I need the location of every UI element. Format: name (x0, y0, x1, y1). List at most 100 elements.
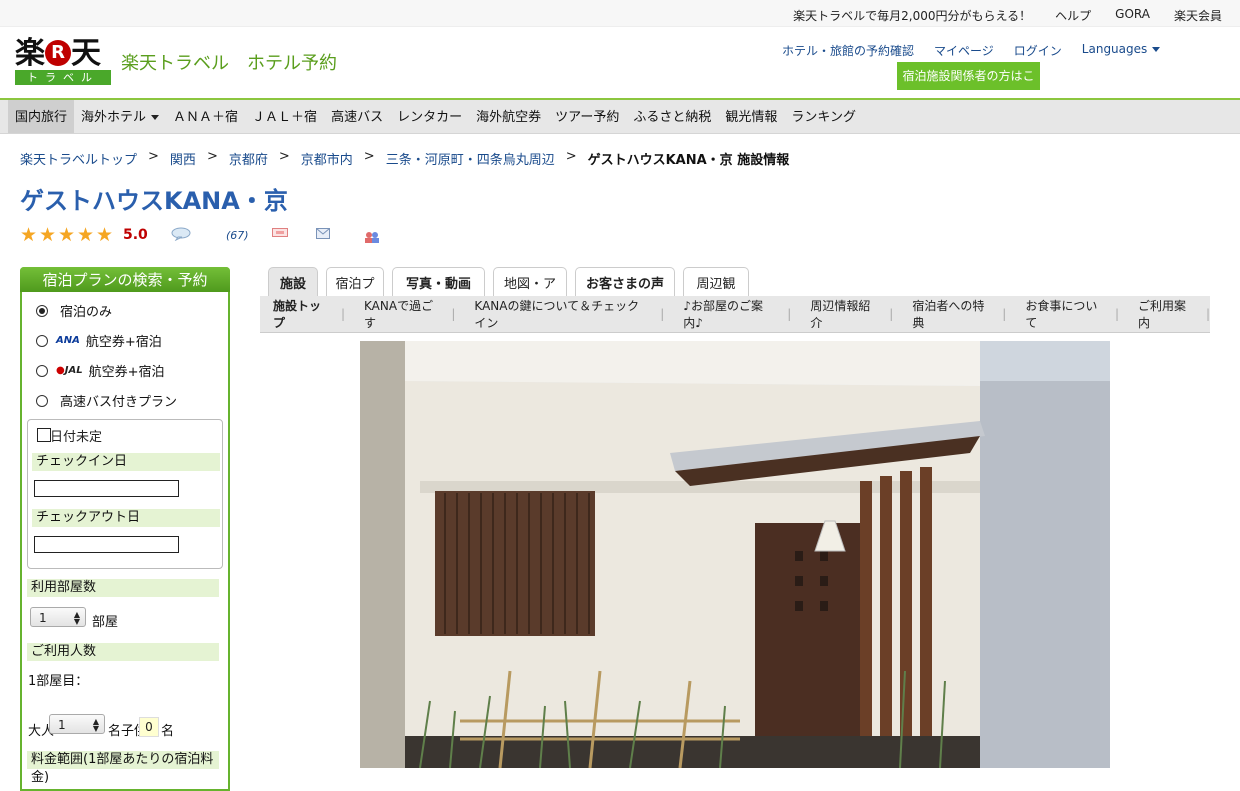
nav-item-overseas-hotel[interactable]: 海外ホテル (74, 100, 166, 133)
subnav-item[interactable]: お食事について (1006, 297, 1102, 331)
login-link[interactable]: ログイン (1014, 42, 1062, 59)
jal-logo-text: JAL (64, 365, 83, 376)
star-icon: ★ (20, 223, 38, 246)
review-count[interactable]: (67) (226, 229, 249, 242)
rooms-label: 利用部屋数 (27, 579, 219, 597)
breadcrumb-link[interactable]: 三条・河原町・四条烏丸周辺 (386, 149, 555, 168)
nav-item-ana[interactable]: ＡＮＡ＋宿 (166, 100, 245, 133)
checkin-label: チェックイン日 (32, 453, 220, 471)
gora-link[interactable]: GORA (1115, 7, 1150, 24)
breadcrumb-link[interactable]: 関西 (170, 149, 196, 168)
subnav-divider: | (1205, 307, 1210, 321)
logo-mark: 楽天楽R天 (15, 36, 101, 71)
languages-dropdown[interactable]: Languages (1082, 42, 1160, 59)
room-number-text: 1部屋目： (28, 674, 89, 689)
breadcrumb-sep: > (206, 149, 218, 164)
jal-logo-icon: ●JAL (56, 365, 83, 376)
header-links: ホテル・旅館の予約確認 マイページ ログイン Languages (782, 42, 1160, 59)
date-undecided-checkbox[interactable] (37, 428, 51, 442)
star-icon: ★ (77, 223, 95, 246)
subnav-item[interactable]: KANAで過ごす (345, 297, 438, 331)
rating-score: 5.0 (123, 227, 148, 243)
radio-button[interactable] (36, 304, 48, 317)
plan-option-ana[interactable]: ANA 航空券+宿泊 (36, 331, 162, 350)
guests-label: ご利用人数 (27, 643, 219, 661)
star-icon: ★ (96, 223, 114, 246)
adults-suffix: 名 (108, 724, 122, 739)
rooms-select-value: 1 (39, 611, 47, 625)
main-nav: 国内旅行 海外ホテル ＡＮＡ＋宿 ＪＡＬ＋宿 高速バス レンタカー 海外航空券 … (0, 100, 1240, 134)
promo-link[interactable]: 楽天トラベルで毎月2,000円分がもらえる！ (793, 7, 1031, 24)
nav-item-rentacar[interactable]: レンタカー (390, 100, 469, 133)
checkout-input[interactable] (34, 536, 179, 553)
nav-item-sightseeing[interactable]: 観光情報 (718, 100, 784, 133)
checkin-input[interactable] (34, 480, 179, 497)
plan-search-panel: 宿泊プランの検索・予約 宿泊のみ ANA 航空券+宿泊 ●JAL 航空券+宿泊 … (20, 267, 230, 791)
reservation-check-link[interactable]: ホテル・旅館の予約確認 (782, 42, 914, 59)
tab-facility-info[interactable]: 施設情報 (268, 267, 318, 326)
top-utility-links: 楽天トラベルで毎月2,000円分がもらえる！ ヘルプ GORA 楽天会員 (793, 7, 1222, 24)
tab-photos[interactable]: 写真・動画(20) (392, 267, 485, 326)
select-arrows-icon: ▲ ▼ (92, 717, 99, 733)
breadcrumb-link[interactable]: 楽天トラベルトップ (20, 149, 137, 168)
rakuten-travel-logo[interactable]: 楽天楽R天 トラベル (15, 37, 111, 85)
review-bubble-icon[interactable] (170, 227, 192, 241)
nav-item-air[interactable]: 海外航空券 (469, 100, 548, 133)
radio-button[interactable] (36, 364, 48, 377)
breadcrumb-link[interactable]: 京都市内 (301, 149, 353, 168)
plan-option-label: 宿泊のみ (60, 305, 113, 320)
subnav-item[interactable]: 施設トップ (260, 297, 328, 331)
plan-option-jal[interactable]: ●JAL 航空券+宿泊 (36, 361, 164, 380)
adults-select-value: 1 (58, 718, 66, 732)
subnav-item[interactable]: ♪お部屋のご案内♪ (664, 297, 774, 331)
date-undecided-label: 日付未定 (50, 430, 103, 445)
radio-button[interactable] (36, 394, 48, 407)
nav-item-bus[interactable]: 高速バス (324, 100, 390, 133)
nav-item-jal[interactable]: ＪＡＬ＋宿 (245, 100, 324, 133)
children-count[interactable]: 0 (139, 717, 159, 737)
tab-sightseeing[interactable]: 周辺観光情報 (683, 267, 749, 326)
subnav-item[interactable]: 宿泊者への特典 (893, 297, 989, 331)
tab-reviews[interactable]: お客さまの声(67) (575, 267, 675, 326)
tab-map[interactable]: 地図・アクセス (493, 267, 567, 326)
breadcrumb-sep: > (278, 149, 290, 164)
rooms-unit: 部屋 (92, 615, 119, 630)
nav-item-tour[interactable]: ツアー予約 (548, 100, 626, 133)
hotel-name: ゲストハウスKANA・京 (20, 187, 288, 215)
plan-option-stay-only[interactable]: 宿泊のみ (36, 301, 112, 320)
radio-button[interactable] (36, 334, 48, 347)
select-arrows-icon: ▲ ▼ (73, 610, 80, 626)
help-link[interactable]: ヘルプ (1055, 7, 1091, 24)
coupon-icon[interactable] (272, 228, 288, 237)
facility-main-photo[interactable] (360, 341, 1110, 768)
star-icon: ★ (39, 223, 57, 246)
date-box: 日付未定 チェックイン日 チェックアウト日 (27, 419, 223, 569)
tab-plans[interactable]: 宿泊プラン (326, 267, 384, 326)
facility-subnav: 施設トップ | KANAで過ごす | KANAの鍵について＆チェックイン | ♪お部屋… (260, 296, 1210, 333)
rating-stars: ★ ★ ★ ★ ★ 5.0 (20, 224, 148, 246)
nav-item-domestic[interactable]: 国内旅行 (8, 100, 75, 133)
subnav-item[interactable]: KANAの鍵について＆チェックイン (455, 297, 647, 331)
breadcrumb-link[interactable]: 京都府 (229, 149, 268, 168)
adults-select[interactable]: 1 ▲ ▼ (49, 714, 105, 734)
plan-option-label: 高速バス付きプラン (60, 395, 178, 410)
ana-logo-icon: ANA (56, 335, 80, 346)
facility-owner-button[interactable]: 宿泊施設関係者の方はこちら (897, 62, 1040, 111)
plan-search-title: 宿泊プランの検索・予約 (20, 267, 230, 292)
budget-label: 料金範囲(1部屋あたりの宿泊料金) (27, 751, 219, 785)
mypage-link[interactable]: マイページ (934, 42, 994, 59)
people-icon[interactable] (364, 231, 380, 243)
rooms-select[interactable]: 1 ▲ ▼ (30, 607, 86, 627)
subnav-item[interactable]: ご利用案内 (1119, 297, 1193, 331)
breadcrumb: 楽天トラベルトップ > 関西 > 京都府 > 京都市内 > 三条・河原町・四条烏丸周辺 >… (20, 149, 789, 168)
star-icon: ★ (58, 223, 76, 246)
nav-item-furusato[interactable]: ふるさと納税 (626, 100, 718, 133)
subnav-item[interactable]: 周辺情報紹介 (791, 297, 876, 331)
plan-option-label: 航空券+宿泊 (85, 335, 162, 350)
mail-icon[interactable] (316, 228, 330, 239)
nav-item-ranking[interactable]: ランキング (784, 100, 863, 133)
member-link[interactable]: 楽天会員 (1174, 7, 1222, 24)
plan-option-bus[interactable]: 高速バス付きプラン (36, 391, 177, 410)
breadcrumb-sep: > (363, 149, 375, 164)
breadcrumb-sep: > (148, 149, 159, 164)
